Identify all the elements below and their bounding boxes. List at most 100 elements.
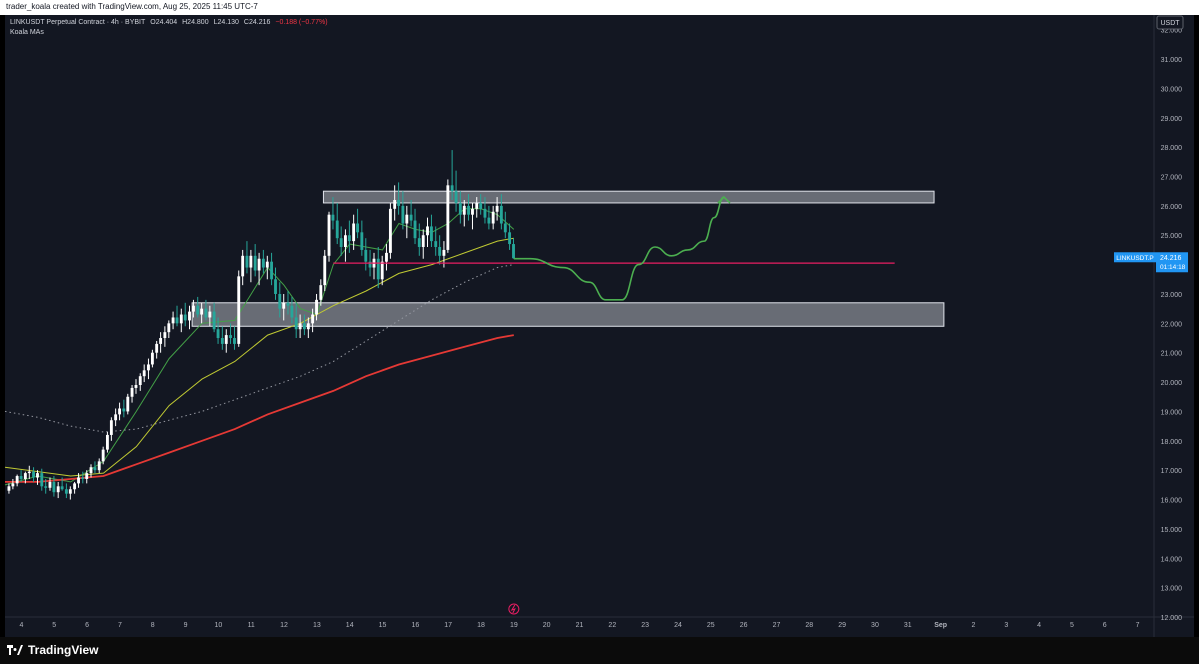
candle-body[interactable] [360, 232, 364, 250]
candle-body[interactable] [467, 205, 470, 215]
candle-body[interactable] [335, 220, 339, 239]
candle-body[interactable] [11, 483, 15, 487]
candle-body[interactable] [52, 481, 56, 493]
candle-body[interactable] [405, 214, 409, 224]
candle-body[interactable] [216, 329, 220, 339]
candle-body[interactable] [183, 314, 187, 321]
candle-body[interactable] [138, 376, 142, 386]
candle-body[interactable] [175, 317, 179, 324]
candle-body[interactable] [220, 338, 224, 344]
candle-body[interactable] [126, 396, 130, 412]
candle-body[interactable] [167, 323, 171, 333]
candle-body[interactable] [315, 299, 318, 315]
candle-body[interactable] [188, 311, 191, 321]
candle-body[interactable] [253, 255, 257, 271]
candle-body[interactable] [48, 481, 52, 488]
candle-body[interactable] [339, 238, 343, 247]
candle-body[interactable] [171, 317, 175, 324]
candle-body[interactable] [249, 255, 253, 268]
candle-body[interactable] [142, 370, 146, 377]
candle-body[interactable] [32, 471, 35, 478]
candle-body[interactable] [413, 220, 417, 239]
candle-body[interactable] [438, 246, 442, 256]
candle-body[interactable] [343, 235, 347, 247]
candle-body[interactable] [196, 305, 200, 315]
candle-body[interactable] [237, 276, 241, 344]
candle-body[interactable] [376, 258, 380, 280]
candle-body[interactable] [105, 434, 109, 450]
candle-body[interactable] [347, 235, 351, 242]
candle-body[interactable] [159, 338, 163, 344]
candle-body[interactable] [364, 249, 368, 262]
candle-body[interactable] [212, 311, 216, 330]
candle-body[interactable] [134, 385, 138, 388]
candle-body[interactable] [479, 202, 483, 209]
candle-body[interactable] [495, 205, 499, 212]
candle-body[interactable] [147, 364, 150, 371]
candle-body[interactable] [118, 408, 122, 415]
candle-body[interactable] [298, 323, 302, 330]
candle-body[interactable] [512, 244, 515, 259]
candle-body[interactable] [487, 217, 491, 224]
candle-body[interactable] [81, 477, 85, 479]
candle-body[interactable] [93, 467, 97, 471]
candle-body[interactable] [311, 314, 315, 324]
candle-body[interactable] [458, 202, 462, 215]
candle-body[interactable] [294, 317, 298, 330]
candle-body[interactable] [204, 308, 208, 318]
candle-body[interactable] [101, 449, 105, 462]
candle-body[interactable] [356, 223, 360, 233]
candle-body[interactable] [233, 338, 236, 344]
indicator-name[interactable]: Koala MAs [10, 28, 328, 38]
candle-body[interactable] [491, 211, 495, 224]
candle-body[interactable] [319, 285, 323, 300]
price-chart[interactable]: 12.000 13.000 14.000 15.000 16.000 17.000 18.0… [0, 0, 1199, 664]
candle-body[interactable] [274, 279, 277, 294]
candle-body[interactable] [503, 223, 507, 233]
candle-body[interactable] [60, 486, 64, 490]
candle-body[interactable] [19, 476, 23, 479]
candle-body[interactable] [471, 208, 474, 215]
candle-body[interactable] [109, 420, 113, 435]
candle-body[interactable] [397, 200, 401, 206]
candle-body[interactable] [462, 205, 466, 215]
candle-body[interactable] [200, 308, 204, 315]
candle-body[interactable] [27, 471, 31, 474]
candle-body[interactable] [393, 200, 397, 209]
candle-body[interactable] [89, 467, 93, 474]
candle-body[interactable] [114, 414, 118, 421]
candle-body[interactable] [257, 258, 261, 271]
candle-body[interactable] [380, 261, 384, 280]
zone-rectangle-1[interactable] [322, 190, 935, 204]
candle-body[interactable] [229, 335, 232, 339]
tradingview-logo[interactable]: TradingView [7, 641, 98, 659]
candle-body[interactable] [68, 489, 72, 494]
candle-body[interactable] [15, 476, 19, 484]
candle-body[interactable] [352, 223, 356, 242]
candle-body[interactable] [208, 311, 212, 318]
candle-body[interactable] [426, 226, 429, 236]
candle-body[interactable] [331, 214, 335, 221]
candle-body[interactable] [417, 238, 421, 247]
candle-body[interactable] [409, 214, 413, 221]
candle-body[interactable] [56, 486, 60, 493]
candle-body[interactable] [434, 241, 438, 247]
candle-body[interactable] [97, 461, 101, 471]
candle-body[interactable] [36, 473, 39, 478]
candle-body[interactable] [446, 185, 450, 250]
candle-body[interactable] [483, 208, 487, 218]
symbol-title[interactable]: LINKUSDT Perpetual Contract · 4h · BYBIT [10, 18, 145, 28]
candle-body[interactable] [286, 302, 290, 306]
candle-body[interactable] [430, 226, 433, 242]
candle-body[interactable] [306, 323, 310, 330]
candle-body[interactable] [278, 293, 282, 309]
candle-body[interactable] [327, 214, 331, 256]
candle-body[interactable] [450, 185, 454, 192]
candle-body[interactable] [85, 473, 89, 479]
candle-body[interactable] [388, 208, 392, 253]
candle-body[interactable] [179, 314, 183, 324]
candle-body[interactable] [130, 387, 134, 397]
candle-body[interactable] [155, 343, 159, 353]
candle-body[interactable] [23, 473, 27, 479]
candle-body[interactable] [270, 261, 274, 280]
